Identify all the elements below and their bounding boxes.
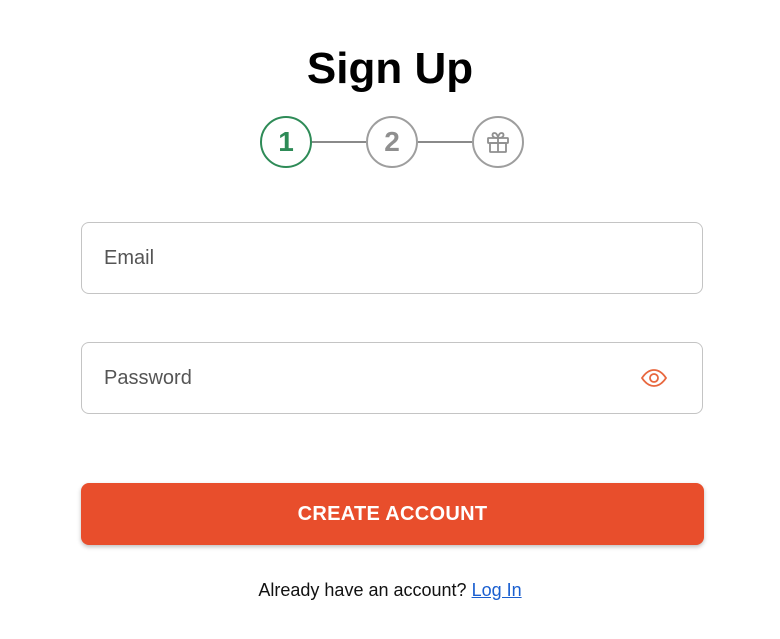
step-2-indicator: 2 [366, 116, 418, 168]
step-3-indicator [472, 116, 524, 168]
login-prompt-text: Already have an account? [258, 580, 467, 600]
email-field-container [81, 222, 703, 294]
gift-icon [487, 132, 509, 153]
progress-stepper: 1 2 [260, 116, 526, 170]
page-title: Sign Up [306, 44, 474, 93]
password-input[interactable] [104, 343, 624, 413]
eye-icon[interactable] [640, 366, 668, 390]
step-connector [312, 141, 366, 143]
create-account-button[interactable]: CREATE ACCOUNT [81, 483, 704, 545]
step-2-label: 2 [384, 126, 400, 157]
step-1-label: 1 [278, 126, 294, 157]
login-prompt: Already have an account? Log In [0, 578, 780, 602]
login-link[interactable]: Log In [472, 580, 522, 600]
signup-page: Sign Up 1 2 CREATE ACCOUNT [0, 0, 780, 639]
password-field-container [81, 342, 703, 414]
step-1-indicator: 1 [260, 116, 312, 168]
email-input[interactable] [104, 223, 624, 293]
step-connector [418, 141, 472, 143]
